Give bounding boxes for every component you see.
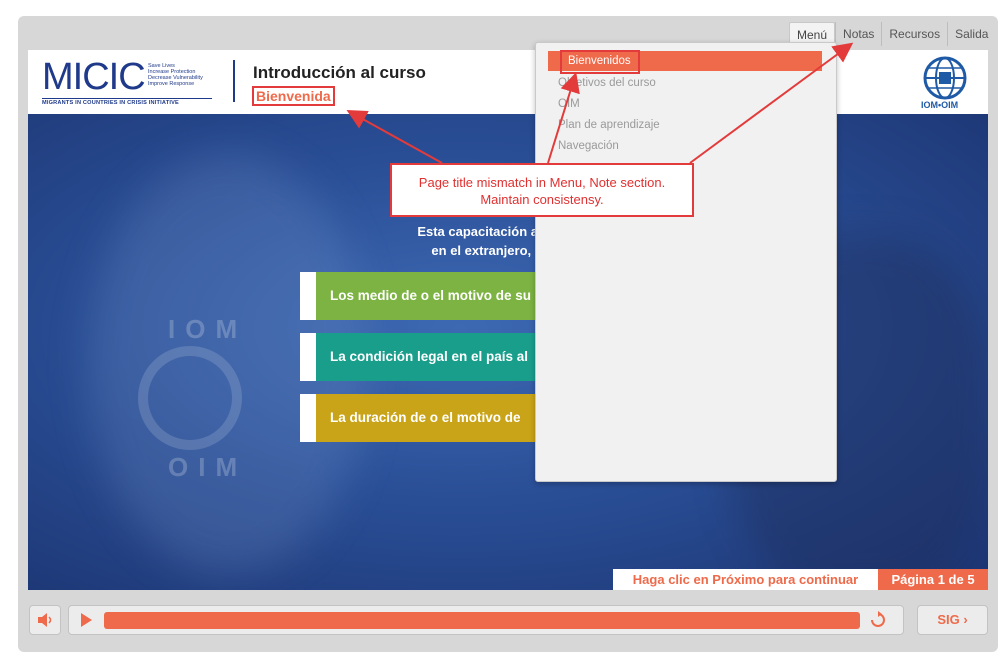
bar-notch [300,394,316,442]
micic-logo: MICIC Save Lives Increase Protection Dec… [42,56,212,106]
menu-item-navegacion[interactable]: Navegación [558,140,619,152]
replay-icon[interactable] [869,611,887,629]
oim-watermark-text: OIM [168,452,248,482]
bar-notch [300,272,316,320]
review-annotation: Page title mismatch in Menu, Note sectio… [390,163,694,217]
play-icon[interactable] [81,613,92,627]
logo-tagline: Save Lives Increase Protection Decrease … [148,63,203,87]
continue-hint: Haga clic en Próximo para continuar [613,569,878,590]
tab-notes[interactable]: Notas [835,22,881,46]
menu-item-highlight-box [560,50,640,74]
next-label: SIG [937,612,960,627]
menu-item-oim[interactable]: OIM [558,98,580,110]
menu-item-plan[interactable]: Plan de aprendizaje [558,119,660,131]
logo-strip: MIGRANTS IN COUNTRIES IN CRISIS INITIATI… [42,98,212,106]
iom-watermark-text: IOM [168,314,248,344]
next-button[interactable]: SIG › [917,605,988,635]
page-indicator: Página 1 de 5 [878,569,988,590]
menu-item-objetivos[interactable]: Objetivos del curso [558,77,656,89]
volume-icon [38,613,52,627]
chevron-right-icon: › [963,612,968,627]
bar-notch [300,333,316,381]
progress-bar[interactable] [104,612,860,629]
header-divider [233,60,235,102]
page-title: Bienvenida [252,86,335,106]
annotation-line-1: Page title mismatch in Menu, Note sectio… [418,175,666,190]
course-header: MICIC Save Lives Increase Protection Dec… [28,50,988,114]
tab-resources[interactable]: Recursos [881,22,947,46]
menu-dropdown: Bienvenidos Objetivos del curso OIM Plan… [535,42,837,482]
course-title: Introducción al curso [253,63,426,82]
tab-exit[interactable]: Salida [947,22,995,46]
iom-watermark-emblem [138,346,242,450]
annotation-line-2: Maintain consistensy. [480,192,604,207]
logo-wordmark: MICIC [42,56,146,98]
iom-caption: IOM•OIM [921,100,959,110]
